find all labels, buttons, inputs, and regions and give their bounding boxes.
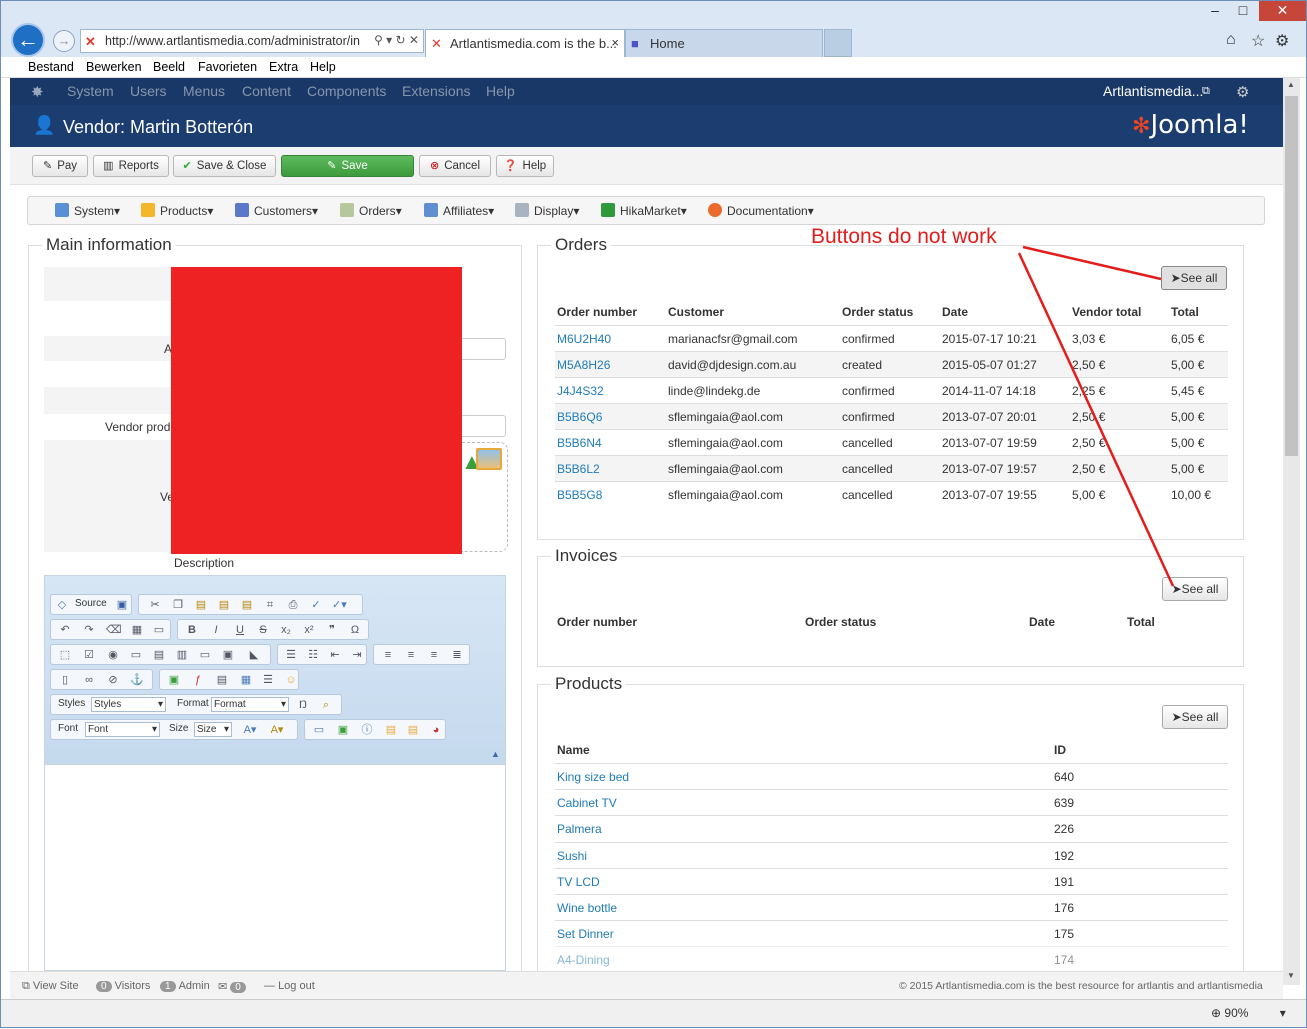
browser-statusbar: ⊕ 90% ▾ xyxy=(1,999,1306,1027)
zoom-dropdown-icon[interactable]: ▾ xyxy=(1280,1006,1286,1020)
visitors-label: Visitors xyxy=(114,980,151,992)
browser-window: ← → ✕ http://www.artlantismedia.com/admi… xyxy=(0,0,1307,1028)
annotation-arrow xyxy=(1022,245,1162,281)
view-site-link[interactable]: ⧉ View Site xyxy=(22,980,79,993)
logout-label: Log out xyxy=(278,980,315,992)
admin-status: 1 Admin xyxy=(160,980,210,992)
page-scrollbar[interactable]: ▲ ▼ xyxy=(1283,78,1300,985)
annotation-arrows xyxy=(1017,245,1175,587)
zoom-value: 90% xyxy=(1224,1006,1249,1020)
admin-badge: 1 xyxy=(160,981,176,992)
scroll-down-icon[interactable]: ▼ xyxy=(1287,971,1295,980)
messages-badge: 0 xyxy=(230,982,246,993)
view-site-label: View Site xyxy=(32,980,79,992)
copyright-text: © 2015 Artlantismedia.com is the best re… xyxy=(899,980,1263,992)
admin-label: Admin xyxy=(178,980,210,992)
mail-icon: ✉ xyxy=(218,981,231,993)
zoom-control[interactable]: ⊕ 90% ▾ xyxy=(1211,1006,1286,1020)
scroll-up-icon[interactable]: ▲ xyxy=(1287,80,1295,89)
annotation-arrow xyxy=(1017,252,1175,587)
messages-status[interactable]: ✉ 0 xyxy=(218,980,249,993)
visitors-status: 0 Visitors xyxy=(96,980,150,992)
joomla-status-footer: ⧉ View Site 0 Visitors 1 Admin ✉ 0 — Log o… xyxy=(10,971,1283,999)
visitors-badge: 0 xyxy=(96,981,112,992)
scrollbar-thumb[interactable] xyxy=(1285,96,1298,456)
logout-link[interactable]: — Log out xyxy=(264,980,315,992)
